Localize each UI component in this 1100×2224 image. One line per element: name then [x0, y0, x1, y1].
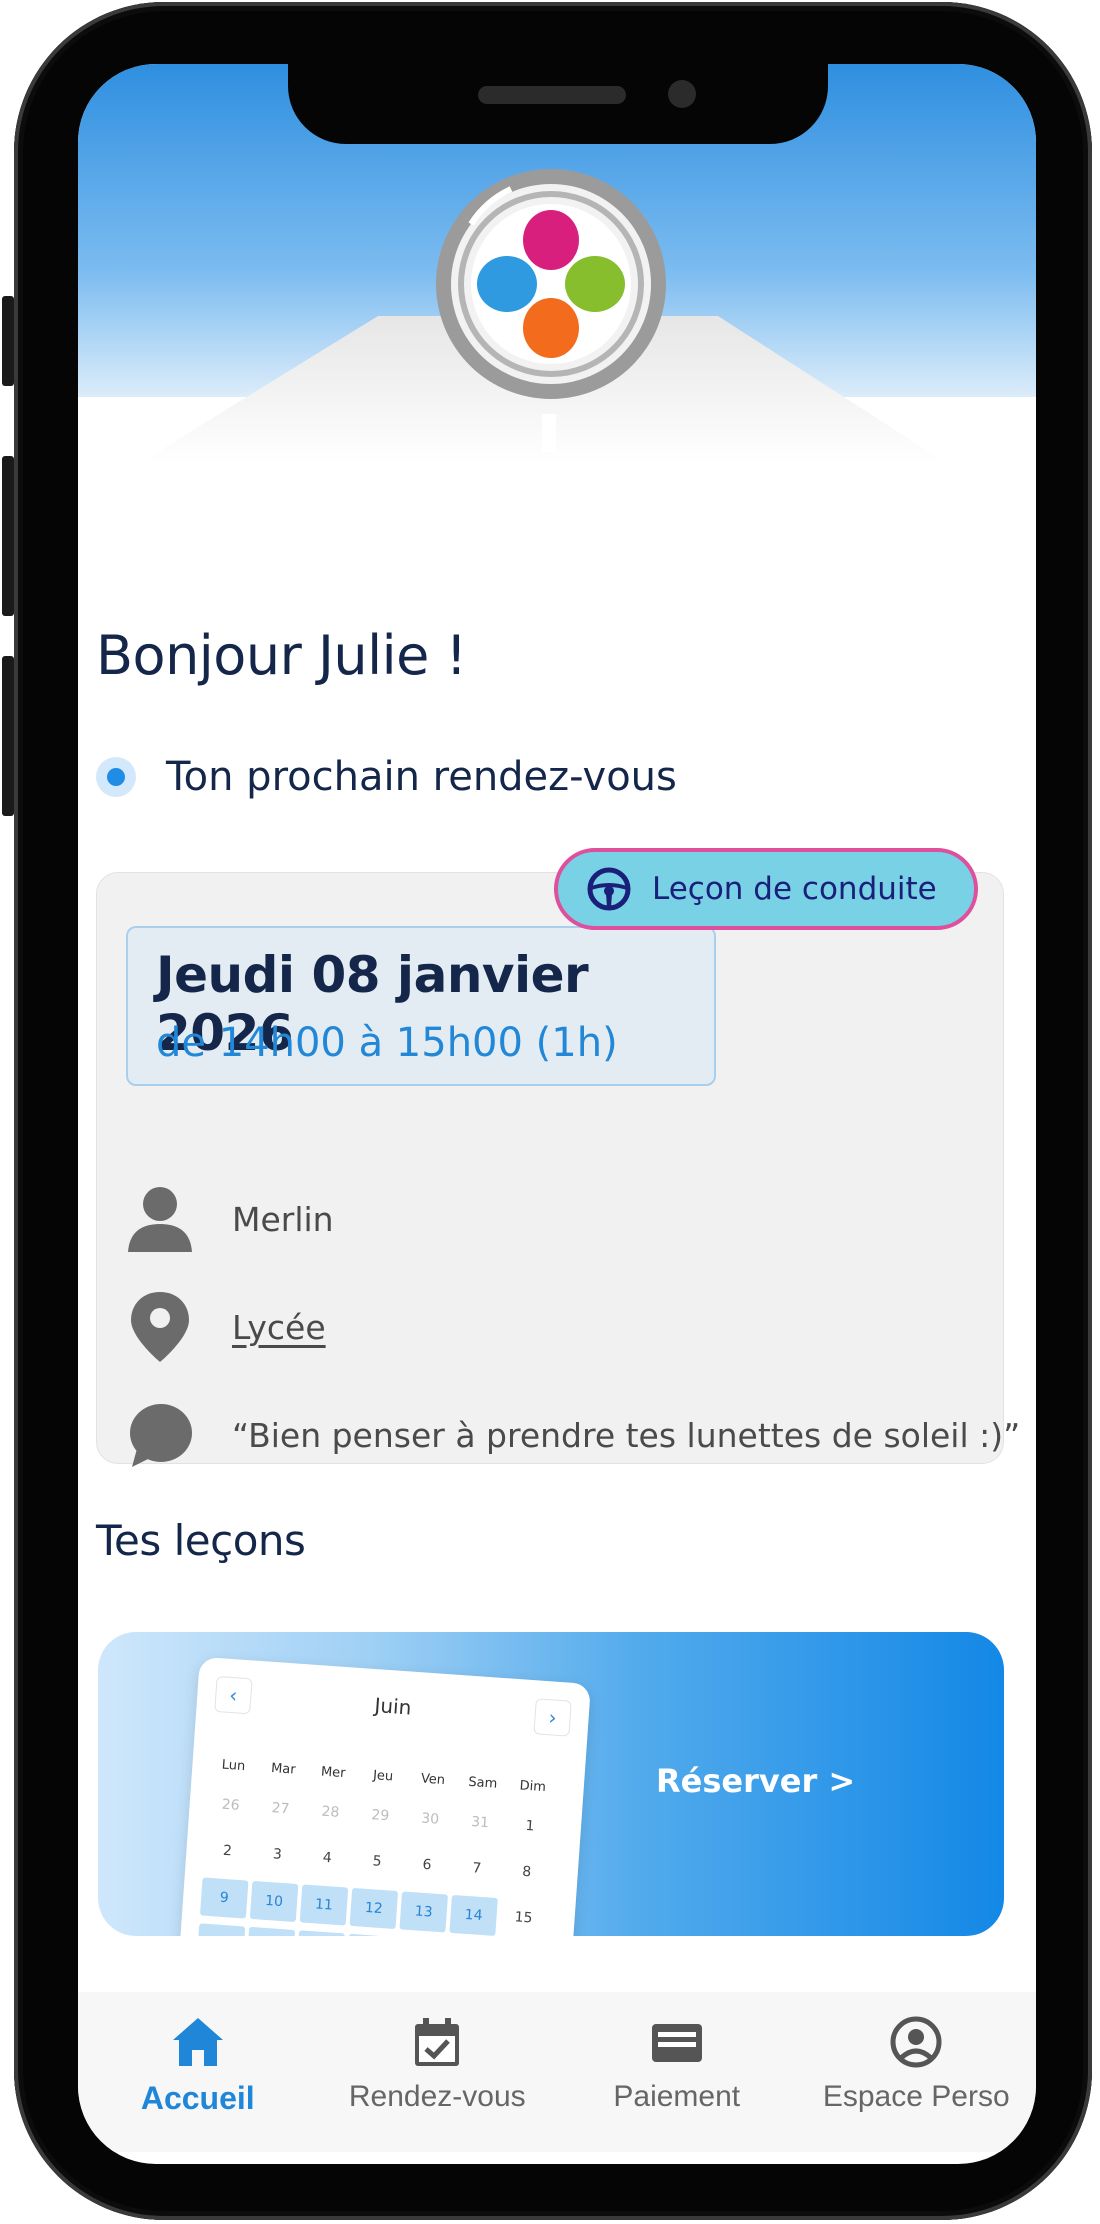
calendar-day: 5: [372, 1853, 383, 1870]
calendar-day-available: 18: [296, 1930, 346, 1936]
lesson-type-label: Leçon de conduite: [652, 871, 937, 907]
instructor-name: Merlin: [232, 1199, 334, 1239]
tab-espace-perso[interactable]: Espace Perso: [797, 1992, 1037, 2152]
tab-label: Paiement: [613, 2080, 741, 2113]
tab-accueil[interactable]: Accueil: [78, 1992, 318, 2152]
calendar-illustration: ‹ Juin › Lun Mar Mer Jeu Ven Sam Dim 26 …: [176, 1656, 592, 1936]
appointment-comment: “Bien penser à prendre tes lunettes de s…: [232, 1415, 1021, 1455]
next-appointment-label: Ton prochain rendez-vous: [166, 754, 677, 800]
comment-bubble-icon: [130, 1404, 192, 1467]
profile-icon: [890, 2016, 942, 2068]
calendar-day-available: 11: [299, 1884, 349, 1926]
lessons-section-title: Tes leçons: [96, 1516, 306, 1565]
bullet-dot-icon: [96, 757, 136, 797]
calendar-day: 29: [370, 1807, 390, 1825]
tab-paiement[interactable]: Paiement: [557, 1992, 797, 2152]
next-appointment-heading: Ton prochain rendez-vous: [96, 754, 677, 800]
person-icon: [128, 1187, 192, 1252]
weekday-label: Lun: [221, 1757, 246, 1774]
wallet-icon: [651, 2024, 702, 2062]
front-camera: [668, 80, 696, 108]
calendar-day-available: 9: [199, 1877, 249, 1919]
calendar-day-available: 17: [246, 1926, 296, 1936]
calendar-day: 7: [471, 1860, 482, 1877]
app-screen: Bonjour Julie ! Ton prochain rendez-vous…: [78, 64, 1036, 2164]
calendar-day: 30: [420, 1810, 440, 1828]
volume-down-button: [2, 656, 14, 816]
instructor-row: Merlin: [126, 1184, 334, 1254]
calendar-day-available: 12: [349, 1887, 399, 1930]
bottom-tab-bar: Accueil Rendez-vous Paiement Espace Pers…: [78, 1992, 1036, 2152]
tab-rendez-vous[interactable]: Rendez-vous: [318, 1992, 558, 2152]
tab-label: Accueil: [140, 2080, 255, 2116]
calendar-day: 26: [221, 1796, 241, 1814]
app-logo: [436, 169, 666, 399]
chevron-right-icon: ›: [533, 1698, 572, 1737]
volume-up-button: [2, 456, 14, 616]
map-pin-icon: [131, 1292, 189, 1362]
calendar-day: 27: [271, 1800, 291, 1818]
calendar-day-available: 14: [449, 1894, 498, 1936]
road-marking: [542, 414, 556, 452]
home-icon: [172, 2018, 223, 2066]
phone-notch: [288, 64, 828, 144]
calendar-day: 4: [322, 1849, 333, 1867]
calendar-day-available: 10: [249, 1880, 299, 1923]
location-row: Lycée: [126, 1292, 326, 1362]
calendar-day-available: 19: [346, 1933, 395, 1936]
calendar-day: 1: [524, 1817, 535, 1835]
appointment-date-box: Jeudi 08 janvier 2026 de 14h00 à 15h00 (…: [126, 926, 716, 1086]
location-link[interactable]: Lycée: [232, 1308, 326, 1347]
tab-label: Rendez-vous: [348, 2080, 526, 2113]
lesson-type-badge: Leçon de conduite: [554, 848, 978, 930]
steering-wheel-icon: [587, 867, 631, 911]
weekday-label: Mer: [320, 1763, 347, 1781]
calendar-day: 3: [272, 1846, 283, 1863]
weekday-label: Jeu: [372, 1767, 394, 1784]
calendar-check-icon: [415, 2018, 460, 2066]
weekday-label: Ven: [420, 1770, 446, 1788]
calendar-day: 28: [321, 1803, 340, 1821]
reserve-button[interactable]: Réserver >: [656, 1762, 855, 1800]
calendar-day: 8: [521, 1863, 532, 1881]
mute-switch: [2, 296, 14, 386]
calendar-day: 6: [421, 1856, 433, 1874]
calendar-month: Juin: [373, 1693, 413, 1720]
appointment-time: de 14h00 à 15h00 (1h): [156, 1020, 618, 1066]
calendar-day: 15: [514, 1909, 533, 1927]
calendar-day-available: 13: [399, 1891, 448, 1933]
weekday-label: Dim: [519, 1777, 547, 1795]
greeting-title: Bonjour Julie !: [96, 624, 467, 687]
comment-row: “Bien penser à prendre tes lunettes de s…: [126, 1400, 1020, 1470]
speaker-grille: [478, 86, 626, 104]
booking-banner[interactable]: ‹ Juin › Lun Mar Mer Jeu Ven Sam Dim 26 …: [98, 1632, 1004, 1936]
calendar-day-available: 16: [196, 1923, 246, 1936]
tab-label: Espace Perso: [822, 2080, 1010, 2113]
weekday-label: Sam: [467, 1774, 498, 1792]
calendar-day: 31: [470, 1814, 490, 1832]
calendar-day: 2: [222, 1842, 233, 1860]
weekday-label: Mar: [270, 1760, 297, 1778]
